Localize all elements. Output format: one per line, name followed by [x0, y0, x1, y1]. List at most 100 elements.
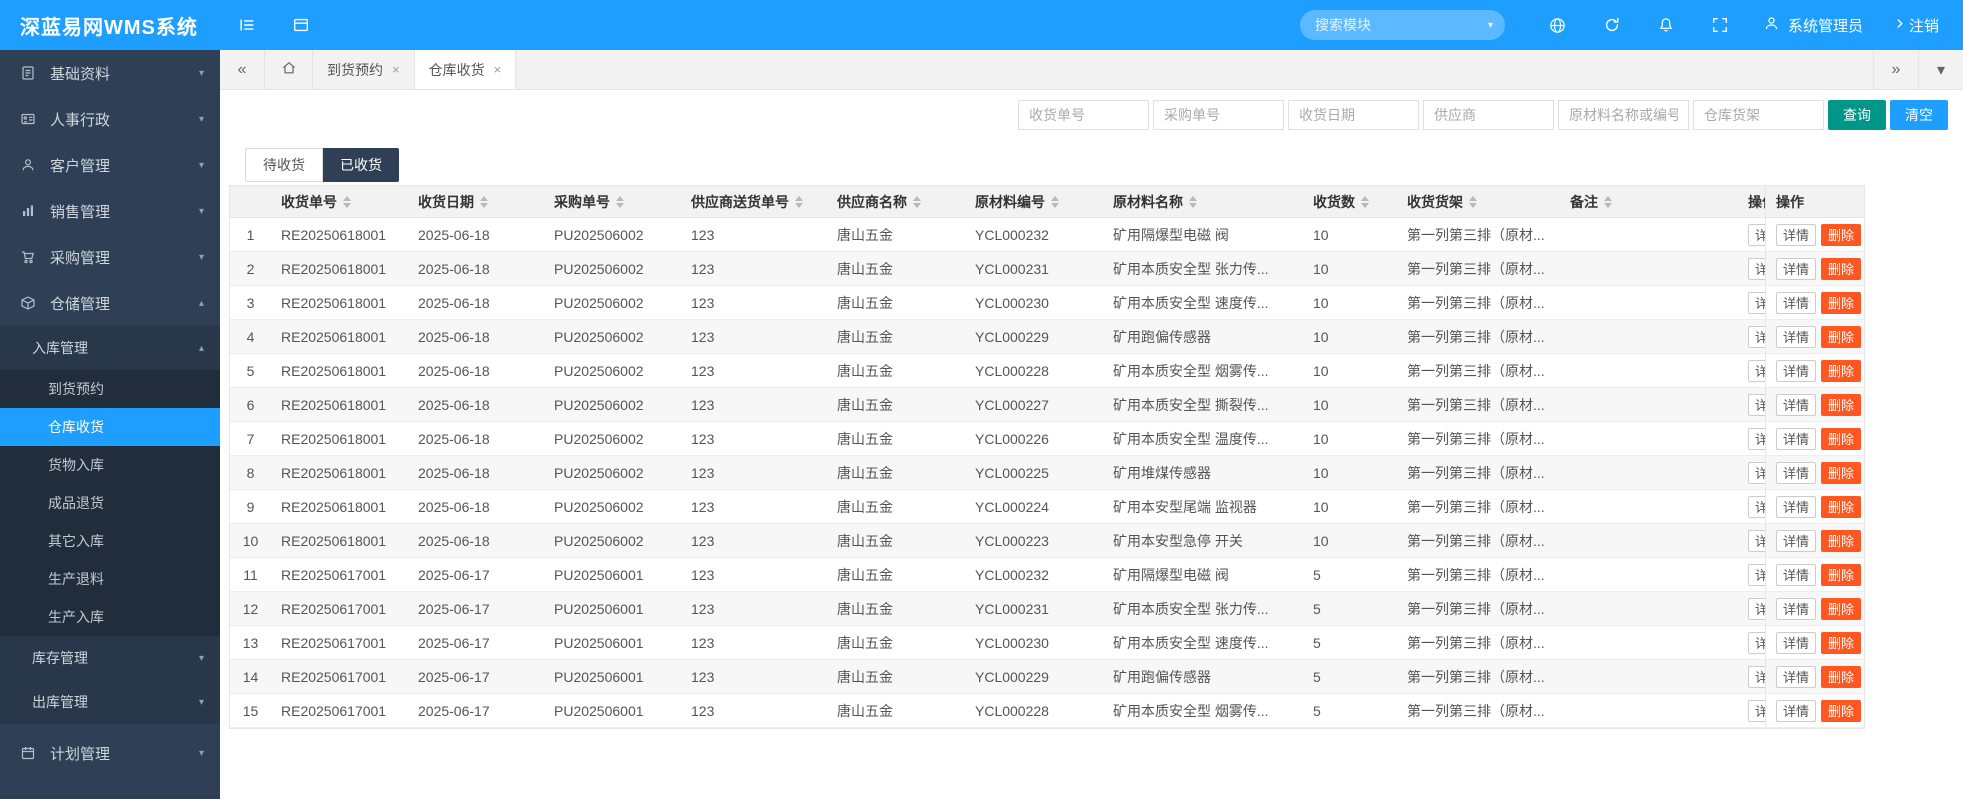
window-icon[interactable] [274, 0, 328, 50]
header-material-no[interactable]: 原材料编号 [965, 186, 1103, 217]
sidebar-item-customer[interactable]: 客户管理 ▾ [0, 142, 220, 188]
header-material-name[interactable]: 原材料名称 [1103, 186, 1303, 217]
detail-button[interactable]: 详情 [1776, 461, 1816, 484]
header-receipt-no[interactable]: 收货单号 [271, 186, 408, 217]
sidebar-item-inventory[interactable]: 库存管理 ▾ [0, 636, 220, 680]
sort-icon[interactable] [1189, 195, 1197, 208]
search-button[interactable]: 查询 [1828, 100, 1886, 130]
sidebar-item-product-return[interactable]: 成品退货 [0, 484, 220, 522]
search-caret-icon[interactable]: ▾ [1488, 20, 1493, 31]
sidebar-item-outbound[interactable]: 出库管理 ▾ [0, 680, 220, 724]
sidebar-item-other-inbound[interactable]: 其它入库 [0, 522, 220, 560]
header-qty[interactable]: 收货数 [1303, 186, 1397, 217]
detail-button[interactable]: 详情 [1776, 393, 1816, 416]
sidebar-item-hr[interactable]: 人事行政 ▾ [0, 96, 220, 142]
delete-button[interactable]: 删除 [1821, 495, 1862, 518]
close-icon[interactable]: × [392, 62, 400, 77]
detail-button[interactable]: 详情 [1776, 631, 1816, 654]
bell-icon[interactable] [1639, 0, 1693, 50]
tab-received[interactable]: 已收货 [323, 148, 399, 182]
filter-supplier-input[interactable] [1423, 100, 1554, 130]
filter-po-no-input[interactable] [1153, 100, 1284, 130]
delete-button[interactable]: 删除 [1821, 563, 1862, 586]
detail-button[interactable]: 详情 [1776, 359, 1816, 382]
filter-material-input[interactable] [1558, 100, 1689, 130]
module-search-input[interactable] [1299, 10, 1505, 40]
delete-button[interactable]: 删除 [1821, 427, 1862, 450]
delete-button[interactable]: 删除 [1821, 325, 1862, 348]
detail-button[interactable]: 详情 [1776, 699, 1816, 722]
delete-button[interactable]: 删除 [1821, 529, 1862, 552]
filter-shelf-input[interactable] [1693, 100, 1824, 130]
tabs-scroll-left-icon[interactable]: « [220, 50, 265, 89]
filter-receipt-no-input[interactable] [1018, 100, 1149, 130]
header-delivery-no[interactable]: 供应商送货单号 [681, 186, 827, 217]
filter-receipt-date-input[interactable] [1288, 100, 1419, 130]
sort-icon[interactable] [343, 195, 351, 208]
delete-button[interactable]: 删除 [1821, 257, 1862, 280]
detail-button[interactable]: 详情 [1776, 427, 1816, 450]
tab-home[interactable] [265, 50, 313, 89]
detail-button[interactable]: 详情 [1776, 325, 1816, 348]
sort-icon[interactable] [795, 195, 803, 208]
close-icon[interactable]: × [494, 62, 502, 77]
delete-button[interactable]: 删除 [1821, 597, 1862, 620]
detail-button[interactable]: 详情 [1776, 495, 1816, 518]
tabs-menu-icon[interactable]: ▾ [1918, 50, 1963, 89]
sidebar-item-goods-inbound[interactable]: 货物入库 [0, 446, 220, 484]
collapse-menu-icon[interactable] [220, 0, 274, 50]
header-label: 收货货架 [1407, 193, 1463, 210]
tab-warehouse-receipt[interactable]: 仓库收货 × [414, 50, 517, 89]
sidebar-item-arrival-booking[interactable]: 到货预约 [0, 370, 220, 408]
sidebar-item-warehouse[interactable]: 仓储管理 ▴ [0, 280, 220, 326]
header-shelf[interactable]: 收货货架 [1397, 186, 1560, 217]
detail-button[interactable]: 详情 [1776, 597, 1816, 620]
cell-qty: 5 [1313, 634, 1321, 651]
cell-supplier: 唐山五金 [837, 464, 893, 481]
clear-button[interactable]: 清空 [1890, 100, 1948, 130]
delete-button[interactable]: 删除 [1821, 631, 1862, 654]
sort-icon[interactable] [480, 195, 488, 208]
tabs-scroll-right-icon[interactable]: » [1873, 50, 1918, 89]
logout-button[interactable]: 注销 [1879, 15, 1963, 36]
globe-icon[interactable] [1531, 0, 1585, 50]
user-menu[interactable]: 系统管理员 [1747, 15, 1879, 36]
detail-button[interactable]: 详情 [1776, 529, 1816, 552]
sort-icon[interactable] [1469, 195, 1477, 208]
detail-button[interactable]: 详情 [1776, 665, 1816, 688]
tab-pending-receipt[interactable]: 待收货 [245, 148, 323, 182]
sort-icon[interactable] [1361, 195, 1369, 208]
fullscreen-icon[interactable] [1693, 0, 1747, 50]
sidebar-item-plan[interactable]: 计划管理 ▾ [0, 730, 220, 776]
delete-button[interactable]: 删除 [1821, 291, 1862, 314]
delete-button[interactable]: 删除 [1821, 665, 1862, 688]
header-receipt-date[interactable]: 收货日期 [408, 186, 544, 217]
sidebar-item-basics[interactable]: 基础资料 ▾ [0, 50, 220, 96]
refresh-icon[interactable] [1585, 0, 1639, 50]
cell-material-no: YCL000230 [975, 294, 1049, 311]
delete-button[interactable]: 删除 [1821, 699, 1862, 722]
detail-button[interactable]: 详情 [1776, 563, 1816, 586]
sort-icon[interactable] [913, 195, 921, 208]
sort-icon[interactable] [616, 195, 624, 208]
sidebar-item-warehouse-receipt[interactable]: 仓库收货 [0, 408, 220, 446]
sidebar-item-production-inbound[interactable]: 生产入库 [0, 598, 220, 636]
delete-button[interactable]: 删除 [1821, 223, 1862, 246]
tab-arrival-booking[interactable]: 到货预约 × [313, 50, 415, 89]
sidebar-item-inbound[interactable]: 入库管理 ▴ [0, 326, 220, 370]
sort-icon[interactable] [1051, 195, 1059, 208]
cell-po-no: PU202506002 [554, 532, 644, 549]
detail-button[interactable]: 详情 [1776, 291, 1816, 314]
header-supplier[interactable]: 供应商名称 [827, 186, 965, 217]
delete-button[interactable]: 删除 [1821, 359, 1862, 382]
detail-button[interactable]: 详情 [1776, 223, 1816, 246]
sort-icon[interactable] [1604, 195, 1612, 208]
header-po-no[interactable]: 采购单号 [544, 186, 681, 217]
sidebar-item-production-return[interactable]: 生产退料 [0, 560, 220, 598]
header-remark[interactable]: 备注 [1560, 186, 1748, 217]
delete-button[interactable]: 删除 [1821, 393, 1862, 416]
detail-button[interactable]: 详情 [1776, 257, 1816, 280]
sidebar-item-purchase[interactable]: 采购管理 ▾ [0, 234, 220, 280]
delete-button[interactable]: 删除 [1821, 461, 1862, 484]
sidebar-item-sales[interactable]: 销售管理 ▾ [0, 188, 220, 234]
